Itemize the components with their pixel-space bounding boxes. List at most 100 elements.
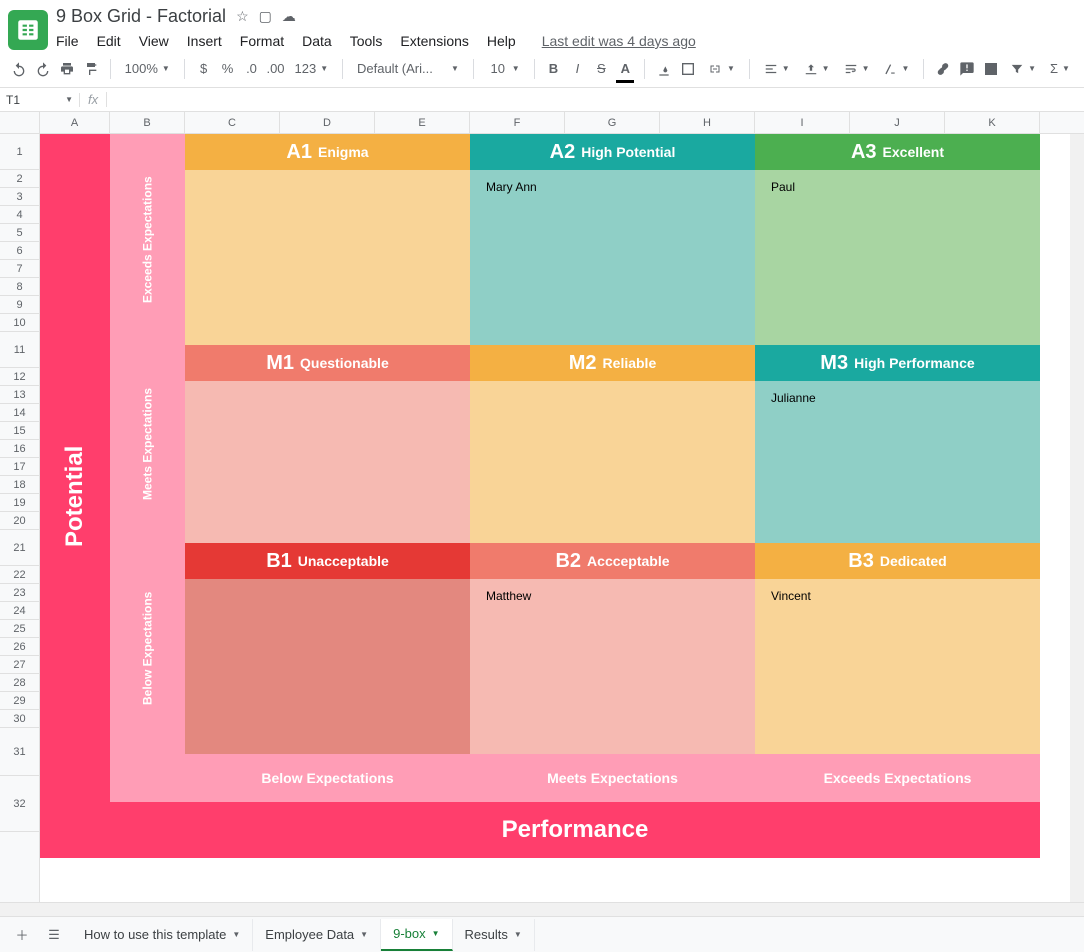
menu-extensions[interactable]: Extensions (400, 33, 468, 49)
row-header[interactable]: 24 (0, 602, 39, 620)
row-header[interactable]: 9 (0, 296, 39, 314)
paint-format-icon[interactable] (82, 58, 100, 80)
zoom-select[interactable]: 100%▼ (121, 61, 174, 76)
column-header[interactable]: I (755, 112, 850, 133)
name-box[interactable]: T1▼ (0, 93, 80, 107)
move-icon[interactable]: ▢ (259, 8, 272, 25)
spreadsheet-grid[interactable]: PotentialExceeds ExpectationsA1 EnigmaA2… (40, 134, 1084, 902)
column-headers[interactable]: ABCDEFGHIJK (0, 112, 1084, 134)
wrap-icon[interactable]: ▼ (840, 62, 874, 76)
row-header[interactable]: 25 (0, 620, 39, 638)
box-body-a3[interactable]: Paul (755, 170, 1040, 345)
borders-icon[interactable] (679, 58, 697, 80)
box-body-m3[interactable]: Julianne (755, 381, 1040, 543)
row-header[interactable]: 10 (0, 314, 39, 332)
box-body-a1[interactable] (185, 170, 470, 345)
redo-icon[interactable] (34, 58, 52, 80)
comment-icon[interactable] (958, 58, 976, 80)
number-format-select[interactable]: 123▼ (291, 61, 333, 76)
v-align-icon[interactable]: ▼ (800, 62, 834, 76)
column-header[interactable]: J (850, 112, 945, 133)
box-body-b3[interactable]: Vincent (755, 579, 1040, 754)
column-header[interactable]: A (40, 112, 110, 133)
chart-icon[interactable] (982, 58, 1000, 80)
fill-color-icon[interactable] (655, 58, 673, 80)
percent-icon[interactable]: % (219, 58, 237, 80)
row-header[interactable]: 6 (0, 242, 39, 260)
row-header[interactable]: 28 (0, 674, 39, 692)
menu-file[interactable]: File (56, 33, 79, 49)
menu-help[interactable]: Help (487, 33, 516, 49)
box-body-m1[interactable] (185, 381, 470, 543)
menu-edit[interactable]: Edit (97, 33, 121, 49)
cloud-icon[interactable]: ☁ (282, 8, 296, 25)
box-body-b2[interactable]: Matthew (470, 579, 755, 754)
menu-insert[interactable]: Insert (187, 33, 222, 49)
column-header[interactable]: C (185, 112, 280, 133)
column-header[interactable]: H (660, 112, 755, 133)
vertical-scrollbar[interactable] (1070, 134, 1084, 902)
currency-icon[interactable]: $ (195, 58, 213, 80)
row-headers[interactable]: 1234567891011121314151617181920212223242… (0, 134, 40, 902)
row-header[interactable]: 26 (0, 638, 39, 656)
row-header[interactable]: 17 (0, 458, 39, 476)
sheet-tab[interactable]: Results▼ (453, 919, 535, 951)
column-header[interactable]: K (945, 112, 1040, 133)
row-header[interactable]: 13 (0, 386, 39, 404)
sheets-app-icon[interactable] (8, 10, 48, 50)
sheet-tab[interactable]: Employee Data▼ (253, 919, 381, 951)
menu-view[interactable]: View (139, 33, 169, 49)
add-sheet-icon[interactable]: ＋ (8, 921, 36, 949)
row-header[interactable]: 8 (0, 278, 39, 296)
undo-icon[interactable] (10, 58, 28, 80)
row-header[interactable]: 32 (0, 776, 39, 832)
print-icon[interactable] (58, 58, 76, 80)
sheet-tab[interactable]: 9-box▼ (381, 919, 452, 951)
row-header[interactable]: 5 (0, 224, 39, 242)
row-header[interactable]: 14 (0, 404, 39, 422)
row-header[interactable]: 27 (0, 656, 39, 674)
row-header[interactable]: 30 (0, 710, 39, 728)
document-title[interactable]: 9 Box Grid - Factorial (56, 6, 226, 27)
decrease-decimal-icon[interactable]: .0 (243, 58, 261, 80)
column-header[interactable]: E (375, 112, 470, 133)
row-header[interactable]: 11 (0, 332, 39, 368)
rotate-icon[interactable]: ▼ (879, 62, 913, 76)
menu-data[interactable]: Data (302, 33, 332, 49)
h-align-icon[interactable]: ▼ (760, 62, 794, 76)
column-header[interactable]: B (110, 112, 185, 133)
merge-cells-icon[interactable]: ▼ (703, 63, 739, 75)
filter-icon[interactable]: ▼ (1006, 62, 1040, 76)
row-header[interactable]: 4 (0, 206, 39, 224)
row-header[interactable]: 21 (0, 530, 39, 566)
all-sheets-icon[interactable]: ☰ (40, 921, 68, 949)
box-body-b1[interactable] (185, 579, 470, 754)
box-body-m2[interactable] (470, 381, 755, 543)
row-header[interactable]: 1 (0, 134, 39, 170)
star-icon[interactable]: ☆ (236, 8, 249, 25)
horizontal-scrollbar[interactable] (0, 902, 1084, 916)
menu-tools[interactable]: Tools (350, 33, 383, 49)
row-header[interactable]: 20 (0, 512, 39, 530)
bold-icon[interactable]: B (544, 58, 562, 80)
font-size-select[interactable]: 10▼ (484, 61, 524, 76)
select-all-corner[interactable] (0, 112, 40, 133)
column-header[interactable]: D (280, 112, 375, 133)
sheet-tab[interactable]: How to use this template▼ (72, 919, 253, 951)
row-header[interactable]: 31 (0, 728, 39, 776)
strikethrough-icon[interactable]: S (592, 58, 610, 80)
increase-decimal-icon[interactable]: .00 (266, 58, 284, 80)
row-header[interactable]: 16 (0, 440, 39, 458)
row-header[interactable]: 3 (0, 188, 39, 206)
font-family-select[interactable]: Default (Ari...▼ (353, 61, 463, 76)
row-header[interactable]: 12 (0, 368, 39, 386)
row-header[interactable]: 29 (0, 692, 39, 710)
link-icon[interactable] (934, 58, 952, 80)
box-body-a2[interactable]: Mary Ann (470, 170, 755, 345)
row-header[interactable]: 22 (0, 566, 39, 584)
row-header[interactable]: 18 (0, 476, 39, 494)
row-header[interactable]: 2 (0, 170, 39, 188)
row-header[interactable]: 7 (0, 260, 39, 278)
text-color-icon[interactable]: A (616, 58, 634, 80)
row-header[interactable]: 15 (0, 422, 39, 440)
